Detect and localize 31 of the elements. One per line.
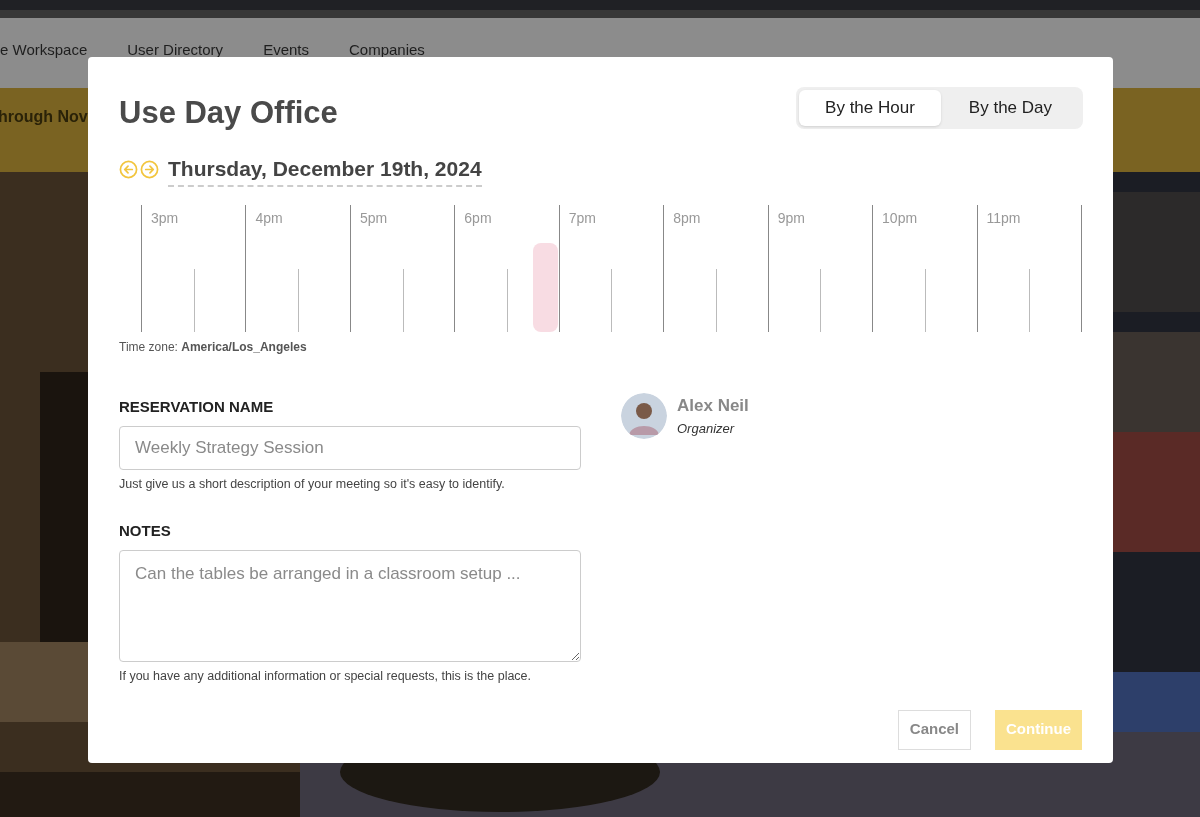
nav-link[interactable]: Events [263, 42, 309, 58]
help-text: If you have any additional information or special requests, this is the place. [119, 667, 533, 685]
organizer-role: Organizer [677, 419, 736, 438]
dialog-title: Use Day Office [119, 94, 338, 132]
hour-label: 9pm [777, 209, 806, 228]
hour-label: 7pm [568, 209, 597, 228]
date-picker[interactable]: Thursday, December 19th, 2024 [168, 152, 482, 187]
previous-icon[interactable] [119, 160, 138, 180]
avatar [621, 393, 667, 439]
hour-label: 4pm [255, 209, 284, 228]
hour-label: 8pm [673, 209, 702, 228]
nav-link[interactable]: Companies [349, 42, 425, 58]
hour-label: 5pm [359, 209, 389, 228]
notes-field[interactable]: Can the tables be arranged in a classroom setup ... [119, 549, 581, 662]
nav-link[interactable]: User Directory [127, 42, 224, 58]
reserved-slot[interactable] [532, 243, 558, 332]
mode-tab[interactable]: By the Day [940, 90, 1080, 126]
timezone-text: Time zone: America/Los_Angeles [119, 339, 308, 356]
mode-tab[interactable]: By the Hour [799, 90, 941, 126]
hour-label: 6pm [464, 209, 493, 228]
reservation-name-field[interactable]: Weekly Strategy Session [119, 425, 581, 470]
help-text: Just give us a short description of your meeting so it's easy to identify. [119, 475, 506, 493]
organizer-name: Alex Neil [677, 395, 749, 417]
nav-link[interactable]: e Workspace [0, 42, 88, 58]
hour-label: 11pm [986, 209, 1022, 228]
field-label: RESERVATION NAME [119, 397, 275, 417]
hour-label: 3pm [151, 209, 180, 228]
hour-label: 10pm [882, 209, 919, 228]
field-label: NOTES [119, 521, 172, 542]
next-icon[interactable] [140, 160, 159, 180]
cancel-button[interactable]: Cancel [897, 709, 971, 750]
